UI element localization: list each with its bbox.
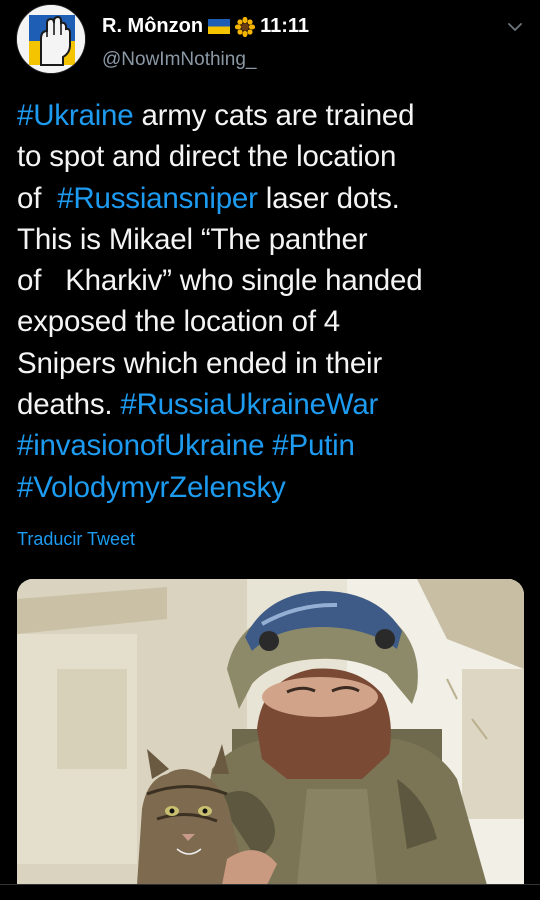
- tweet-text-segment: of: [17, 181, 58, 215]
- hashtag-link[interactable]: #invasionofUkraine: [17, 429, 264, 462]
- post-time: 11:11: [260, 15, 310, 37]
- hashtag-link[interactable]: #RussiaUkraineWar: [120, 388, 378, 421]
- hashtag-link[interactable]: #Ukraine: [17, 99, 134, 132]
- photo-soldier-with-cat: [17, 579, 524, 885]
- hashtag-link[interactable]: #Putin: [272, 429, 355, 462]
- tweet-text-segment: This is Mikael “The panther: [17, 222, 368, 256]
- tweet-text-segment: exposed the location of 4: [17, 305, 341, 339]
- tweet-text-line: This is Mikael “The panther: [17, 219, 522, 260]
- tweet-text-line: of Kharkiv” who single handed: [17, 260, 522, 301]
- tweet-text-line: #VolodymyrZelensky: [17, 467, 522, 508]
- tweet-body: #Ukraine army cats are trained to spot an…: [17, 95, 522, 508]
- ukraine-flag-icon: [208, 19, 231, 34]
- tweet-text-line: to spot and direct the location: [17, 136, 522, 177]
- tweet-text-segment: army cats are trained: [133, 99, 415, 132]
- tweet-header: R. Mônzon 11:11 @NowImNothing_: [16, 4, 526, 80]
- tweet-text-line: exposed the location of 4: [17, 301, 522, 342]
- chevron-down-icon[interactable]: [504, 16, 526, 38]
- tweet-text-segment: to spot and direct the location: [17, 140, 397, 174]
- raised-fist-icon: [17, 5, 85, 73]
- translate-tweet-link[interactable]: Traducir Tweet: [17, 529, 135, 550]
- divider: [0, 884, 540, 885]
- tweet-text-segment: deaths.: [17, 388, 121, 422]
- tweet-text-segment: of Kharkiv” who single handed: [17, 264, 423, 298]
- tweet-text-line: #Ukraine army cats are trained: [17, 95, 522, 136]
- tweet-text-segment: laser dots.: [257, 181, 400, 215]
- author-handle[interactable]: @NowImNothing_: [102, 49, 256, 71]
- tweet-text-line: of #Russiansniper laser dots.: [17, 178, 522, 219]
- tweet-text-line: Snipers which ended in their: [17, 343, 522, 384]
- author-name-row[interactable]: R. Mônzon 11:11: [102, 15, 309, 38]
- author-name[interactable]: R. Mônzon: [102, 15, 203, 38]
- tweet-text-line: #invasionofUkraine #Putin: [17, 425, 522, 466]
- tweet-text-segment: Snipers which ended in their: [17, 346, 383, 380]
- sunflower-icon: [235, 16, 256, 37]
- tweet-text-line: deaths. #RussiaUkraineWar: [17, 384, 522, 425]
- tweet-media-photo[interactable]: [17, 579, 524, 885]
- avatar[interactable]: [16, 4, 86, 74]
- hashtag-link[interactable]: #VolodymyrZelensky: [17, 471, 286, 504]
- hashtag-link[interactable]: #Russiansniper: [57, 182, 258, 215]
